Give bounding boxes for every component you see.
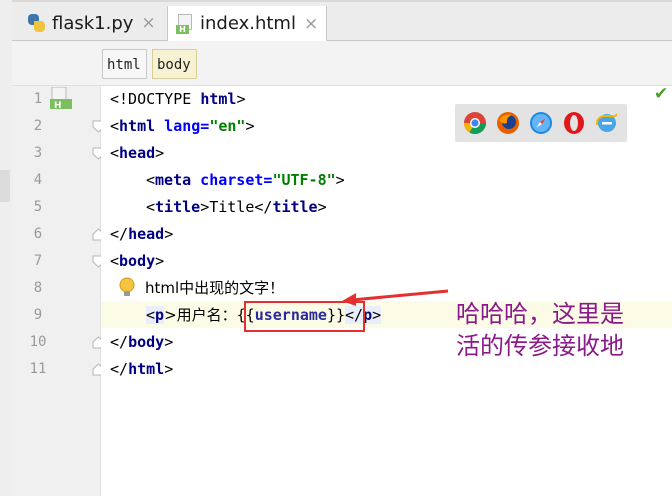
breadcrumb-item-html[interactable]: html [102, 49, 147, 79]
breadcrumb-item-body[interactable]: body [152, 49, 197, 79]
close-icon[interactable]: × [304, 14, 318, 34]
code-line-5: <title>Title</title> [146, 198, 327, 216]
firefox-icon[interactable] [496, 111, 520, 135]
line-number: 8 [33, 280, 43, 296]
tool-strip-marker [0, 170, 10, 202]
code-line-4: <meta charset="UTF-8"> [146, 171, 345, 189]
line-number: 6 [33, 226, 43, 242]
line-number: 11 [29, 361, 47, 377]
lightbulb-icon[interactable] [118, 277, 136, 299]
close-icon[interactable]: × [141, 13, 155, 33]
editor-tab-bar: flask1.py × H index.html × [12, 0, 672, 41]
annotation-highlight-box [244, 301, 365, 332]
safari-icon[interactable] [529, 111, 553, 135]
line-number: 4 [33, 172, 43, 188]
code-line-2: <html lang="en"> [110, 117, 255, 135]
code-line-11: </html> [110, 360, 174, 378]
code-line-10: </body> [110, 333, 174, 351]
line-number: 1 [33, 91, 43, 107]
code-line-8: html中出现的文字！ [145, 279, 285, 297]
opera-icon[interactable] [562, 111, 586, 135]
annotation-text: 哈哈哈，这里是 活的传参接收地 [456, 298, 666, 362]
code-line-1: <!DOCTYPE html> [110, 90, 246, 108]
line-number: 10 [29, 334, 47, 350]
breadcrumb: html body [12, 41, 672, 86]
code-line-6: </head> [110, 225, 174, 243]
tab-label: flask1.py [52, 12, 134, 34]
line-number: 5 [33, 199, 43, 215]
inspection-ok-icon[interactable]: ✔ [654, 84, 668, 104]
html-file-icon: H [50, 86, 74, 111]
tab-index-html[interactable]: H index.html × [167, 6, 327, 41]
python-file-icon [26, 12, 46, 34]
code-editor[interactable]: <!DOCTYPE html> <html lang="en"> <head> … [101, 86, 672, 496]
annotation-line-2: 活的传参接收地 [456, 332, 624, 360]
code-line-7: <body> [110, 252, 165, 270]
line-number: 9 [33, 307, 43, 323]
tab-bar-top-line [12, 0, 672, 2]
code-line-3: <head> [110, 144, 165, 162]
line-number-gutter[interactable]: H 1 2 3 4 5 6 7 8 9 10 11 [12, 86, 105, 496]
tab-label: index.html [200, 13, 296, 34]
html-file-icon: H [174, 13, 194, 35]
svg-text:H: H [54, 101, 62, 111]
line-number: 3 [33, 145, 43, 161]
chrome-icon[interactable] [463, 111, 487, 135]
tab-flask1-py[interactable]: flask1.py × [20, 6, 160, 40]
line-number: 2 [33, 118, 43, 134]
open-in-browser-bar [455, 104, 627, 142]
ie-icon[interactable] [595, 111, 619, 135]
annotation-line-1: 哈哈哈，这里是 [456, 300, 624, 328]
line-number: 7 [33, 253, 43, 269]
